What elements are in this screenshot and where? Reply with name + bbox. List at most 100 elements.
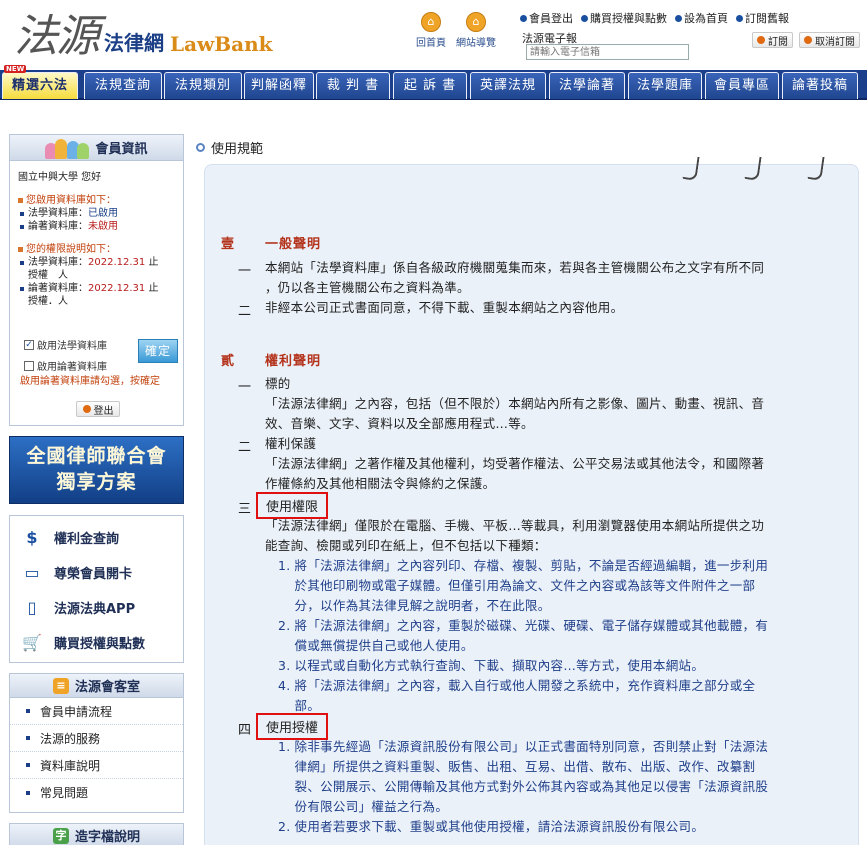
top-links: 會員登出 購買授權與點數 設為首頁 訂閱舊報 — [520, 10, 789, 26]
tab-regulation-category[interactable]: 法規類別 — [164, 72, 242, 99]
bar-association-banner[interactable]: 全國律師聯合會 獨享方案 — [9, 436, 184, 504]
item-number: 四 — [238, 723, 252, 738]
arrow-icon — [804, 36, 812, 44]
rights-item: 論著資料庫：2022.12.31 止授權．人 — [18, 282, 175, 308]
item-number: 二 — [238, 304, 252, 319]
bullet-icon — [675, 14, 682, 22]
enabled-db-item: 論著資料庫：未啟用 — [18, 220, 175, 233]
rights-heading: 您的權限說明如下： — [18, 243, 175, 256]
guest-item[interactable]: 會員申請流程 — [10, 698, 183, 725]
highlighted-heading: 使用授權 — [256, 713, 329, 740]
sub-list-item: 2. 使用者若要求下載、重製或其他使用授權，請洽法源資訊股份有限公司。 — [278, 819, 705, 834]
page-title: 使用規範 — [196, 138, 263, 157]
paragraph: 「法源法律網」僅限於在電腦、手機、平板…等載具，利用瀏覽器使用本網站所提供之功 … — [265, 518, 765, 553]
tab-question-bank[interactable]: 法學題庫 — [628, 72, 702, 99]
sub-list-item: 3. 以程式或自動化方式執行查詢、下載、擷取內容…等方式，使用本網站。 — [278, 658, 705, 673]
enabled-db-heading: 您啟用資料庫如下： — [18, 194, 175, 207]
banner-line1: 全國律師聯合會 — [26, 445, 167, 467]
services-panel: $ 權利金查詢 ▭ 尊榮會員開卡 ▯ 法源法典APP 🛒 購買授權與點數 — [9, 515, 184, 663]
new-badge: NEW — [4, 65, 27, 73]
bullet-icon — [581, 14, 588, 22]
logout-button[interactable]: 登出 — [76, 401, 120, 417]
newsletter-email-input[interactable] — [526, 44, 689, 60]
highlighted-heading: 使用權限 — [256, 492, 329, 519]
logout-link[interactable]: 會員登出 — [520, 10, 573, 26]
bullet-icon — [736, 14, 743, 22]
member-info-header: 會員資訊 — [10, 135, 183, 161]
sub-list: 1. 除非事先經過「法源資訊股份有限公司」以正式書面特別同意，否則禁止對「法源法… — [278, 737, 844, 837]
paragraph: 標的 「法源法律網」之內容，包括（但不限於）本網站內所有之影像、圖片、動畫、視訊… — [265, 376, 765, 431]
tab-indictments[interactable]: 起 訴 書 — [393, 72, 467, 99]
sitemap-icon: ⌂ — [466, 12, 486, 32]
paper-db-checkbox-row[interactable]: 啟用論著資料庫 — [24, 358, 107, 373]
buy-license-link[interactable]: 購買授權與點數 — [581, 10, 667, 26]
money-bag-icon: $ — [26, 528, 38, 547]
phone-icon: ▯ — [27, 598, 37, 617]
section-title: 權利聲明 — [265, 354, 322, 369]
unsubscribe-button[interactable]: 取消訂閱 — [799, 32, 860, 48]
item-number: 一 — [238, 264, 252, 279]
subscribe-button[interactable]: 訂閱 — [752, 32, 793, 48]
welcome-text: 國立中興大學 您好 — [18, 172, 102, 183]
tab-interpretations[interactable]: 判解函釋 — [244, 72, 314, 99]
set-homepage-link[interactable]: 設為首頁 — [675, 10, 728, 26]
members-icon — [45, 137, 90, 159]
sub-list-item: 1. 將「法源法律網」之內容列印、存檔、複製、剪貼，不論是否經過編輯，進一步利用… — [278, 558, 769, 613]
banner-line2: 獨享方案 — [56, 471, 137, 493]
home-icon: ⌂ — [421, 12, 441, 32]
arrow-icon — [82, 405, 91, 413]
font-info-header[interactable]: 字造字檔說明 — [10, 824, 183, 845]
sub-list-item: 1. 除非事先經過「法源資訊股份有限公司」以正式書面特別同意，否則禁止對「法源法… — [278, 739, 769, 814]
rights-item: 法學資料庫：2022.12.31 止授權 人 — [18, 256, 175, 282]
sub-list-item: 2. 將「法源法律網」之內容，重製於磁碟、光碟、硬碟、電子儲存媒體或其他載體，有… — [278, 618, 769, 653]
arrow-icon — [757, 36, 765, 44]
item-number: 一 — [238, 380, 252, 395]
section-number: 貳 — [221, 354, 235, 369]
cart-icon: 🛒 — [22, 633, 42, 652]
guest-room-header: ≡ 法源會客室 — [10, 674, 183, 698]
guest-item[interactable]: 常見問題 — [10, 779, 183, 806]
guest-item[interactable]: 法源的服務 — [10, 725, 183, 752]
vip-card-link[interactable]: ▭ 尊榮會員開卡 — [10, 555, 183, 590]
logo-calligraphy: 法源 — [14, 11, 100, 62]
logo-english-name: LawBank — [170, 32, 273, 56]
site-header: 法源 法律網 LawBank ⌂ 回首頁 ⌂ 網站導覽 會員登出 購買授權與點數… — [0, 0, 867, 66]
guest-room-icon: ≡ — [52, 677, 69, 694]
paragraph: 本網站「法學資料庫」係自各級政府機關蒐集而來，若與各主管機關公布之文字有所不同 … — [265, 260, 765, 295]
tab-english-laws[interactable]: 英譯法規 — [470, 72, 546, 99]
guest-room-panel: ≡ 法源會客室 會員申請流程 法源的服務 資料庫說明 常見問題 — [9, 673, 184, 813]
tab-judgments[interactable]: 裁 判 書 — [316, 72, 390, 99]
tab-legal-papers[interactable]: 法學論著 — [549, 72, 625, 99]
item-number: 三 — [238, 502, 252, 517]
royalty-query-link[interactable]: $ 權利金查詢 — [10, 520, 183, 555]
sub-list: 1. 將「法源法律網」之內容列印、存檔、複製、剪貼，不論是否經過編輯，進一步利用… — [278, 556, 844, 716]
logo-chinese-name: 法律網 — [104, 31, 164, 55]
tab-regulation-search[interactable]: 法規查詢 — [84, 72, 162, 99]
item-number: 二 — [238, 440, 252, 455]
member-info-title: 會員資訊 — [95, 142, 148, 157]
circle-bullet-icon — [196, 143, 205, 152]
unchecked-checkbox[interactable] — [24, 360, 34, 371]
tab-member-area[interactable]: 會員專區 — [705, 72, 779, 99]
font-info-panel: 字造字檔說明 — [9, 823, 184, 845]
guest-item[interactable]: 資料庫說明 — [10, 752, 183, 779]
tab-selected-codes[interactable]: 精選六法 — [2, 72, 78, 99]
checked-checkbox[interactable]: ✓ — [24, 339, 34, 350]
font-icon: 字 — [52, 827, 69, 844]
app-link[interactable]: ▯ 法源法典APP — [10, 590, 183, 625]
member-info-panel: 會員資訊 國立中興大學 您好 您啟用資料庫如下： 法學資料庫：已啟用 論著資料庫… — [9, 134, 184, 426]
law-db-checkbox-row[interactable]: ✓ 啟用法學資料庫 — [24, 337, 107, 352]
paragraph: 權利保護 「法源法律網」之著作權及其他權利，均受著作權法、公平交易法或其他法令，… — [265, 436, 765, 491]
sub-list-item: 4. 將「法源法律網」之內容，載入自行或他人開發之系統中，充作資料庫之部分或全 … — [278, 678, 756, 713]
enabled-db-item: 法學資料庫：已啟用 — [18, 207, 175, 220]
sitemap-label: 網站導覽 — [456, 38, 496, 49]
home-label: 回首頁 — [416, 38, 446, 49]
lawbank-logo[interactable]: 法源 法律網 LawBank — [14, 8, 273, 62]
confirm-button[interactable]: 確定 — [138, 339, 178, 363]
home-button[interactable]: ⌂ 回首頁 — [414, 12, 448, 49]
tab-paper-submission[interactable]: 論著投稿 — [782, 72, 858, 99]
buy-license-link[interactable]: 🛒 購買授權與點數 — [10, 625, 183, 660]
sitemap-button[interactable]: ⌂ 網站導覽 — [456, 12, 496, 49]
section-number: 壹 — [221, 237, 235, 252]
old-newsletter-link[interactable]: 訂閱舊報 — [736, 10, 789, 26]
